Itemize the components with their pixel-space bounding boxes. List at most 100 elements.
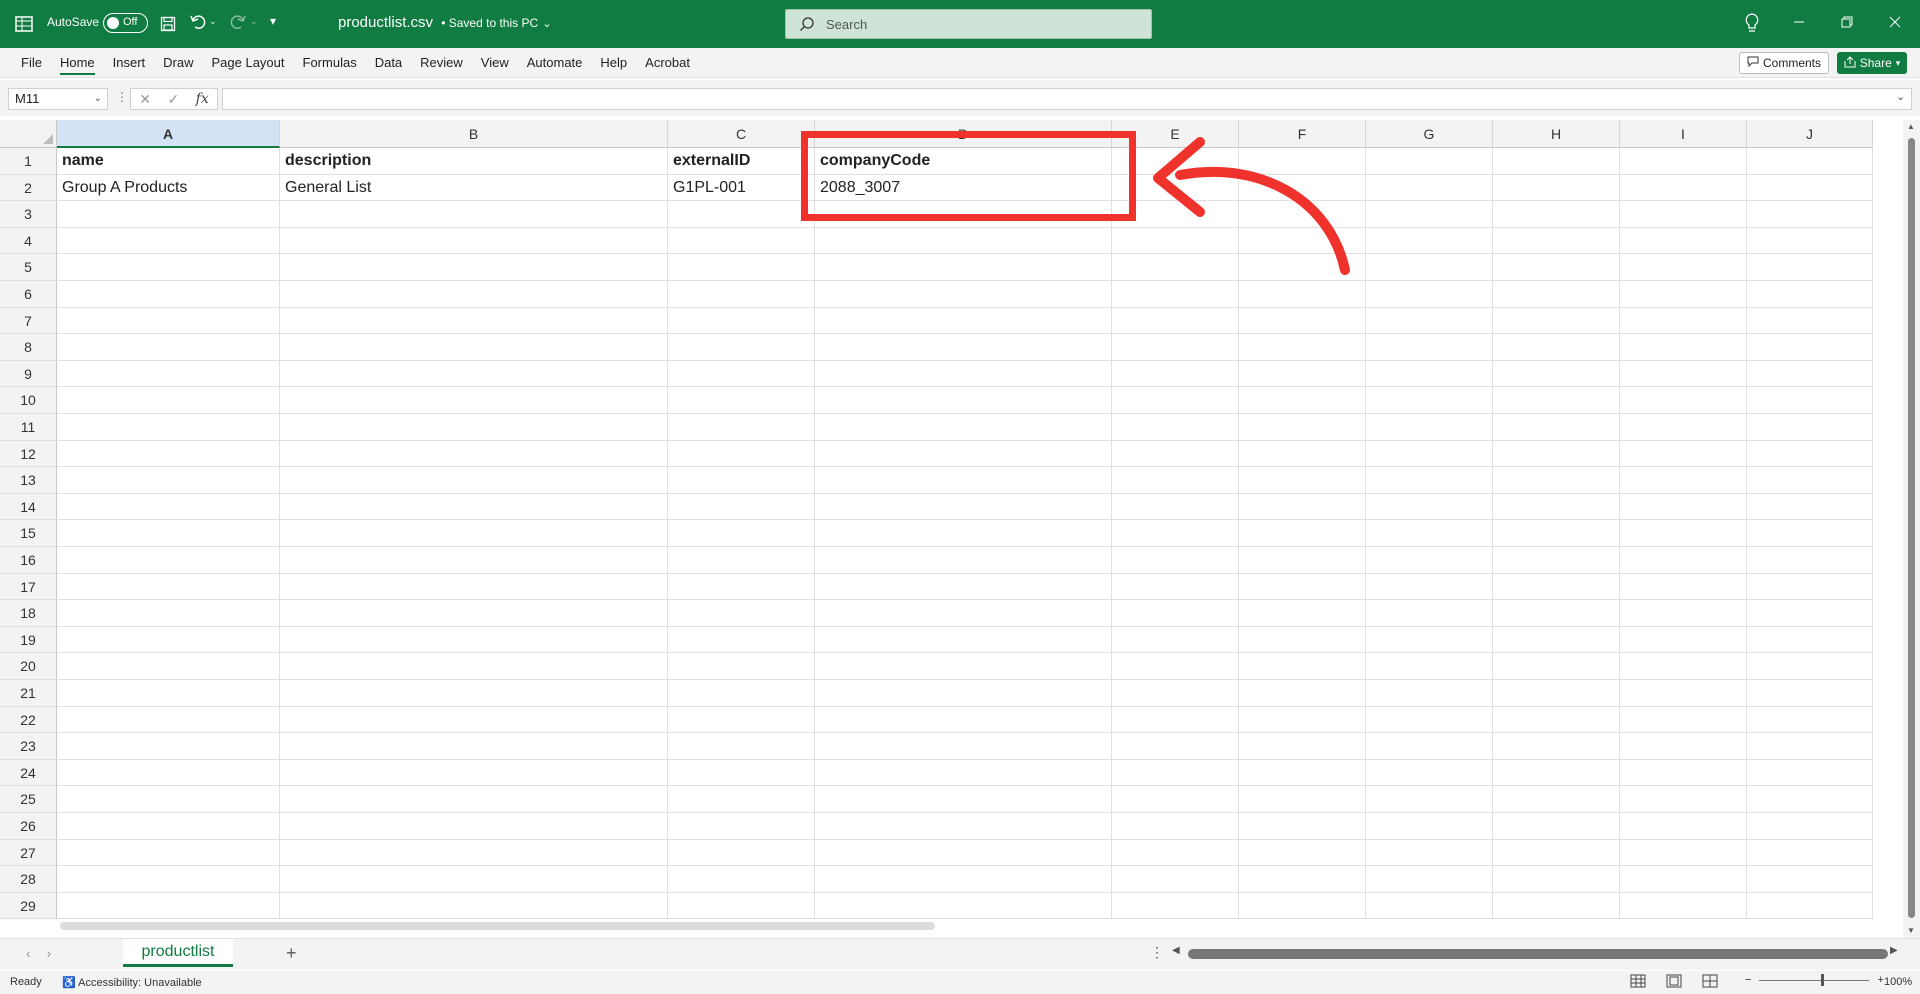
cell-h10[interactable] [1493,387,1620,414]
cell-i13[interactable] [1620,467,1747,494]
cell-f8[interactable] [1239,334,1366,361]
cell-a19[interactable] [57,626,280,654]
cell-a23[interactable] [57,733,280,760]
cell-d29[interactable] [815,892,1112,920]
row-header-23[interactable]: 23 [0,733,57,760]
cell-e29[interactable] [1112,892,1239,920]
cell-f29[interactable] [1239,892,1366,920]
normal-view-icon[interactable] [1630,974,1646,991]
cell-d20[interactable] [815,653,1112,680]
cell-d5[interactable] [815,254,1112,281]
cell-g25[interactable] [1366,786,1493,813]
cell-d4[interactable] [815,227,1112,255]
cell-i14[interactable] [1620,493,1747,521]
cell-j10[interactable] [1747,387,1873,414]
cell-a15[interactable] [57,520,280,547]
cell-a6[interactable] [57,281,280,308]
row-header-3[interactable]: 3 [0,201,57,228]
cell-j6[interactable] [1747,281,1873,308]
cell-b10[interactable] [280,387,668,414]
cell-j13[interactable] [1747,467,1873,494]
cell-d14[interactable] [815,493,1112,521]
cell-c12[interactable] [668,440,815,468]
cell-b25[interactable] [280,786,668,813]
cell-i1[interactable] [1620,148,1747,175]
cell-j19[interactable] [1747,626,1873,654]
cell-e8[interactable] [1112,334,1239,361]
search-input[interactable]: Search [785,9,1152,39]
cell-j25[interactable] [1747,786,1873,813]
cell-b6[interactable] [280,281,668,308]
cell-g29[interactable] [1366,892,1493,920]
cell-e27[interactable] [1112,839,1239,867]
tab-draw[interactable]: Draw [154,48,202,78]
cell-h22[interactable] [1493,706,1620,734]
cell-b11[interactable] [280,414,668,441]
cell-f17[interactable] [1239,573,1366,601]
cell-f10[interactable] [1239,387,1366,414]
column-header-a[interactable]: A [57,120,280,148]
cell-f25[interactable] [1239,786,1366,813]
cell-d13[interactable] [815,467,1112,494]
cell-f11[interactable] [1239,414,1366,441]
row-header-24[interactable]: 24 [0,759,57,787]
zoom-level[interactable]: 100% [1884,976,1912,988]
cell-f18[interactable] [1239,600,1366,627]
cell-e11[interactable] [1112,414,1239,441]
cell-d8[interactable] [815,334,1112,361]
cell-h20[interactable] [1493,653,1620,680]
cell-e9[interactable] [1112,360,1239,388]
cell-i19[interactable] [1620,626,1747,654]
tab-help[interactable]: Help [591,48,636,78]
cell-g17[interactable] [1366,573,1493,601]
cell-j22[interactable] [1747,706,1873,734]
cell-g1[interactable] [1366,148,1493,175]
cell-a11[interactable] [57,414,280,441]
cell-d12[interactable] [815,440,1112,468]
scroll-up-icon[interactable]: ▲ [1907,122,1915,131]
cell-h24[interactable] [1493,759,1620,787]
row-header-12[interactable]: 12 [0,440,57,468]
cell-b22[interactable] [280,706,668,734]
cell-g13[interactable] [1366,467,1493,494]
cell-a14[interactable] [57,493,280,521]
cell-b17[interactable] [280,573,668,601]
cell-f12[interactable] [1239,440,1366,468]
cell-j11[interactable] [1747,414,1873,441]
cell-a26[interactable] [57,813,280,840]
vertical-scroll-thumb[interactable] [1908,138,1915,918]
cell-i16[interactable] [1620,547,1747,574]
cell-b8[interactable] [280,334,668,361]
cell-i27[interactable] [1620,839,1747,867]
cell-h8[interactable] [1493,334,1620,361]
zoom-slider[interactable] [1759,973,1870,986]
row-header-13[interactable]: 13 [0,467,57,494]
cell-g14[interactable] [1366,493,1493,521]
cell-d24[interactable] [815,759,1112,787]
cell-j9[interactable] [1747,360,1873,388]
cell-c17[interactable] [668,573,815,601]
customize-qat-icon[interactable]: ▾ [270,14,276,28]
tab-data[interactable]: Data [366,48,411,78]
cell-h14[interactable] [1493,493,1620,521]
cell-f15[interactable] [1239,520,1366,547]
cell-h9[interactable] [1493,360,1620,388]
cell-h11[interactable] [1493,414,1620,441]
column-header-i[interactable]: I [1620,120,1747,148]
cell-b26[interactable] [280,813,668,840]
cell-j3[interactable] [1747,201,1873,228]
cell-j8[interactable] [1747,334,1873,361]
cell-h25[interactable] [1493,786,1620,813]
cell-i21[interactable] [1620,680,1747,707]
cell-f28[interactable] [1239,866,1366,893]
cell-g4[interactable] [1366,227,1493,255]
cell-h19[interactable] [1493,626,1620,654]
cell-d21[interactable] [815,680,1112,707]
cell-j28[interactable] [1747,866,1873,893]
row-header-26[interactable]: 26 [0,813,57,840]
row-header-1[interactable]: 1 [0,148,57,175]
cell-c26[interactable] [668,813,815,840]
cell-e10[interactable] [1112,387,1239,414]
tab-insert[interactable]: Insert [104,48,155,78]
cell-i7[interactable] [1620,307,1747,335]
